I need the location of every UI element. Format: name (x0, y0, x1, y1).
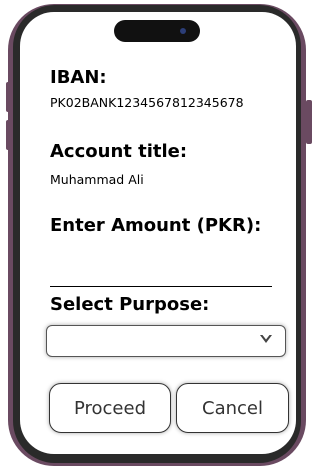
proceed-button[interactable]: Proceed (49, 383, 171, 433)
amount-input[interactable] (50, 286, 272, 287)
purpose-label: Select Purpose: (50, 294, 210, 315)
chevron-down-icon (260, 335, 272, 343)
front-camera-icon (180, 28, 186, 34)
cancel-button[interactable]: Cancel (176, 383, 289, 433)
account-title-value: Muhammad Ali (50, 172, 144, 187)
iban-label: IBAN: (50, 67, 107, 88)
purpose-select[interactable] (46, 325, 286, 357)
power-side-button (306, 100, 312, 144)
camera-notch (114, 20, 200, 42)
account-title-label: Account title: (50, 141, 188, 162)
amount-label: Enter Amount (PKR): (50, 215, 262, 236)
iban-value: PK02BANK1234567812345678 (50, 95, 244, 110)
